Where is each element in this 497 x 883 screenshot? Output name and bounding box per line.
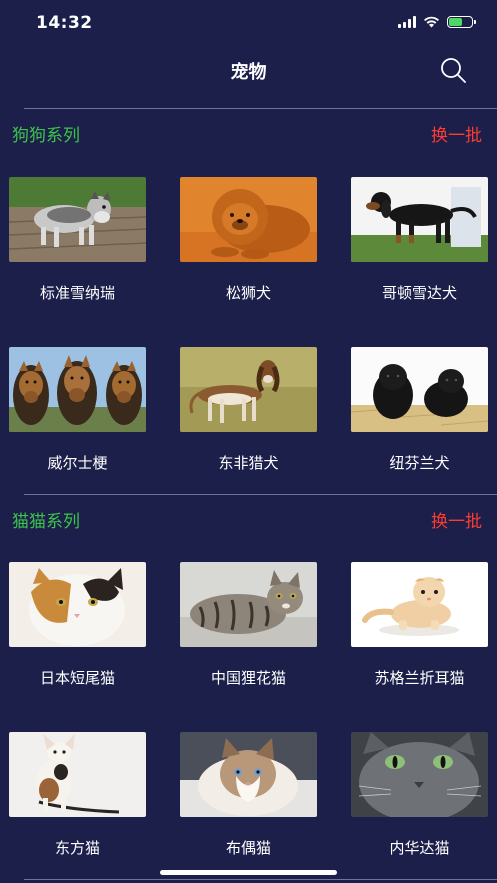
pet-photo-newfoundland-puppies xyxy=(351,347,488,432)
pet-photo-nevada-cat xyxy=(351,732,488,817)
pet-label: 东方猫 xyxy=(54,839,100,857)
pet-card-schnauzer[interactable]: 标准雪纳瑞 xyxy=(9,177,146,303)
wifi-icon xyxy=(424,16,439,28)
pet-label: 哥顿雪达犬 xyxy=(381,284,457,302)
pet-photo-chow-chow xyxy=(180,177,317,262)
refresh-dogs-button[interactable]: 换一批 xyxy=(431,121,482,146)
pet-label: 苏格兰折耳猫 xyxy=(374,669,465,687)
pet-label: 东非猎犬 xyxy=(218,454,279,472)
battery-icon xyxy=(447,16,476,28)
pet-card-chow-chow[interactable]: 松狮犬 xyxy=(180,177,317,303)
pet-photo-sloughi xyxy=(180,347,317,432)
pet-photo-ragdoll xyxy=(180,732,317,817)
pet-card-scottish-fold[interactable]: 苏格兰折耳猫 xyxy=(351,562,488,688)
status-time: 14:32 xyxy=(36,13,93,33)
pet-photo-schnauzer xyxy=(9,177,146,262)
status-bar: 14:32 xyxy=(0,0,497,48)
pet-photo-dragon-li xyxy=(180,562,317,647)
pet-label: 布偶猫 xyxy=(225,839,271,857)
refresh-cats-button[interactable]: 换一批 xyxy=(431,507,482,532)
pet-photo-gordon-setter xyxy=(351,177,488,262)
pet-label: 日本短尾猫 xyxy=(39,669,115,687)
cellular-signal-icon xyxy=(398,16,416,28)
pet-card-sloughi[interactable]: 东非猎犬 xyxy=(180,347,317,473)
nav-bar: 宠物 xyxy=(0,48,497,94)
pet-photo-japanese-bobtail xyxy=(9,562,146,647)
pet-label: 内华达猫 xyxy=(389,839,450,857)
pet-card-nevada-cat[interactable]: 内华达猫 xyxy=(351,732,488,858)
pet-label: 标准雪纳瑞 xyxy=(39,284,115,302)
pet-card-dragon-li[interactable]: 中国狸花猫 xyxy=(180,562,317,688)
search-icon[interactable] xyxy=(438,56,468,86)
pet-card-japanese-bobtail[interactable]: 日本短尾猫 xyxy=(9,562,146,688)
pet-card-oriental-cat[interactable]: 东方猫 xyxy=(9,732,146,858)
section-title-dogs: 狗狗系列 xyxy=(12,126,80,146)
pet-card-newfoundland[interactable]: 纽芬兰犬 xyxy=(351,347,488,473)
home-indicator[interactable] xyxy=(160,870,337,875)
page-title: 宠物 xyxy=(230,62,267,83)
pet-label: 中国狸花猫 xyxy=(210,669,286,687)
pet-photo-oriental-cat xyxy=(9,732,146,817)
divider xyxy=(24,108,497,109)
pet-label: 纽芬兰犬 xyxy=(389,454,450,472)
pet-label: 威尔士梗 xyxy=(47,454,108,472)
pet-card-ragdoll[interactable]: 布偶猫 xyxy=(180,732,317,858)
pet-label: 松狮犬 xyxy=(225,284,271,302)
pet-photo-welsh-terriers xyxy=(9,347,146,432)
status-icons xyxy=(398,16,476,28)
pet-card-welsh-terrier[interactable]: 威尔士梗 xyxy=(9,347,146,473)
divider xyxy=(24,494,497,495)
pet-card-gordon-setter[interactable]: 哥顿雪达犬 xyxy=(351,177,488,303)
pet-photo-scottish-fold xyxy=(351,562,488,647)
section-title-cats: 猫猫系列 xyxy=(12,512,80,532)
divider xyxy=(24,879,497,880)
